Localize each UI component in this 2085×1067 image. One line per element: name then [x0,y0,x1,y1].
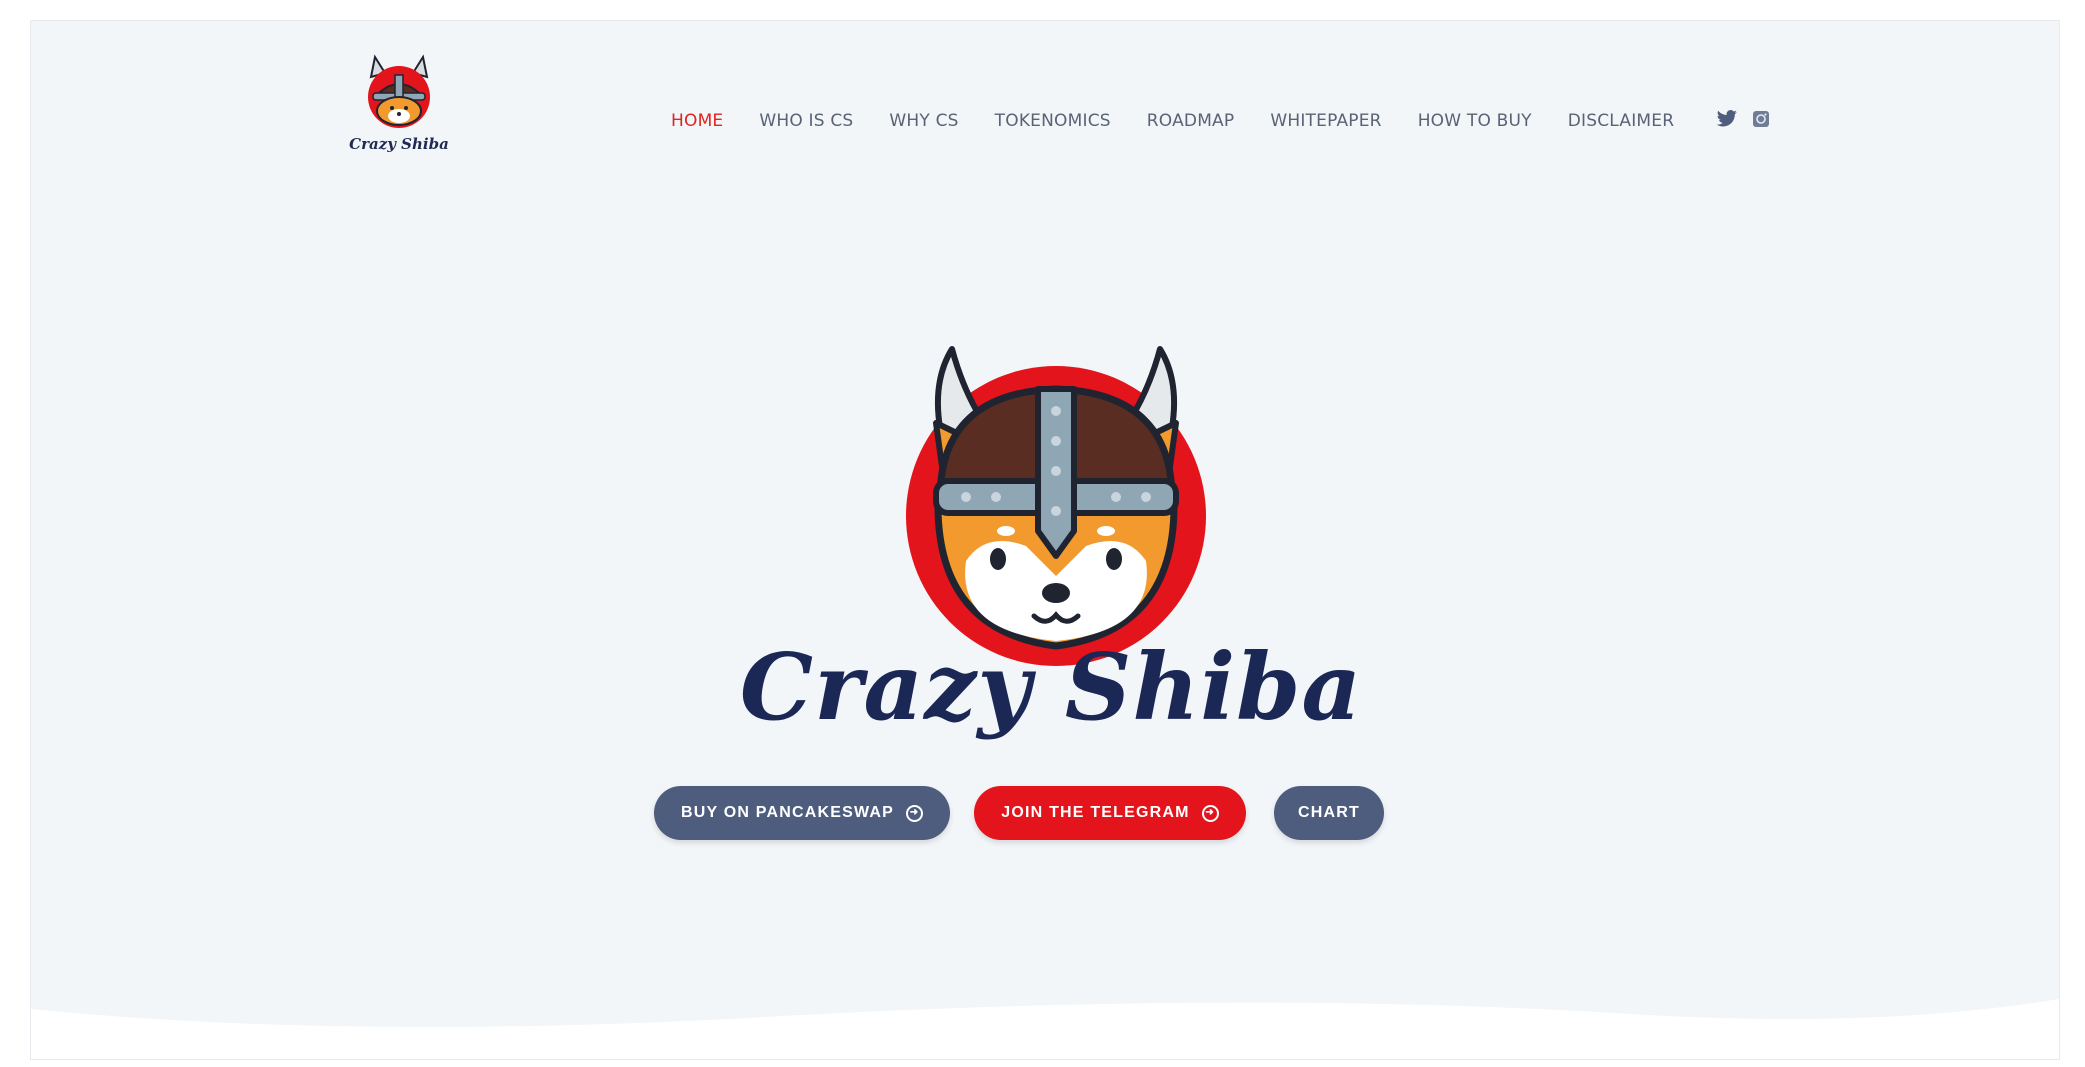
browser-frame: Crazy Shiba HOME WHO IS CS WHY CS TOKENO… [0,0,2085,1067]
nav-item-why-cs[interactable]: WHY CS [889,111,958,131]
site-header: Crazy Shiba HOME WHO IS CS WHY CS TOKENO… [31,21,2059,153]
nav-item-tokenomics[interactable]: TOKENOMICS [995,111,1111,131]
instagram-icon[interactable] [1752,110,1770,133]
brand-logo-text: Crazy Shiba [349,135,449,153]
social-links [1716,109,1784,133]
shiba-logo-icon [368,54,430,128]
hero-shiba-logo [866,331,1246,671]
nav-item-how-to-buy[interactable]: HOW TO BUY [1418,111,1532,131]
brand-logo[interactable]: Crazy Shiba [349,51,459,161]
nav-item-roadmap[interactable]: ROADMAP [1147,111,1235,131]
nav-item-home[interactable]: HOME [671,111,723,131]
hero-title: Crazy Shiba [739,633,1363,741]
hero-buttons: BUY ON PANCAKESWAP ➜ JOIN THE TELEGRAM ➜… [31,786,2059,846]
nav-item-disclaimer[interactable]: DISCLAIMER [1568,111,1675,131]
nav-item-whitepaper[interactable]: WHITEPAPER [1270,111,1381,131]
join-telegram-button[interactable]: JOIN THE TELEGRAM ➜ [974,786,1246,840]
nav-item-who-is-cs[interactable]: WHO IS CS [759,111,853,131]
main-nav: HOME WHO IS CS WHY CS TOKENOMICS ROADMAP… [671,101,1784,141]
arrow-right-circle-icon: ➜ [906,804,924,822]
arrow-right-circle-icon: ➜ [1201,804,1219,822]
chart-label: CHART [1298,804,1360,821]
buy-on-pancakeswap-label: BUY ON PANCAKESWAP [680,804,895,821]
buy-on-pancakeswap-button[interactable]: BUY ON PANCAKESWAP ➜ [654,786,950,840]
chart-button[interactable]: CHART [1274,786,1384,840]
page: Crazy Shiba HOME WHO IS CS WHY CS TOKENO… [30,20,2060,1060]
twitter-icon[interactable] [1716,109,1738,133]
bottom-wave-divider [31,999,2059,1059]
join-telegram-label: JOIN THE TELEGRAM [1001,804,1190,821]
shiba-mascot-icon [906,346,1206,666]
